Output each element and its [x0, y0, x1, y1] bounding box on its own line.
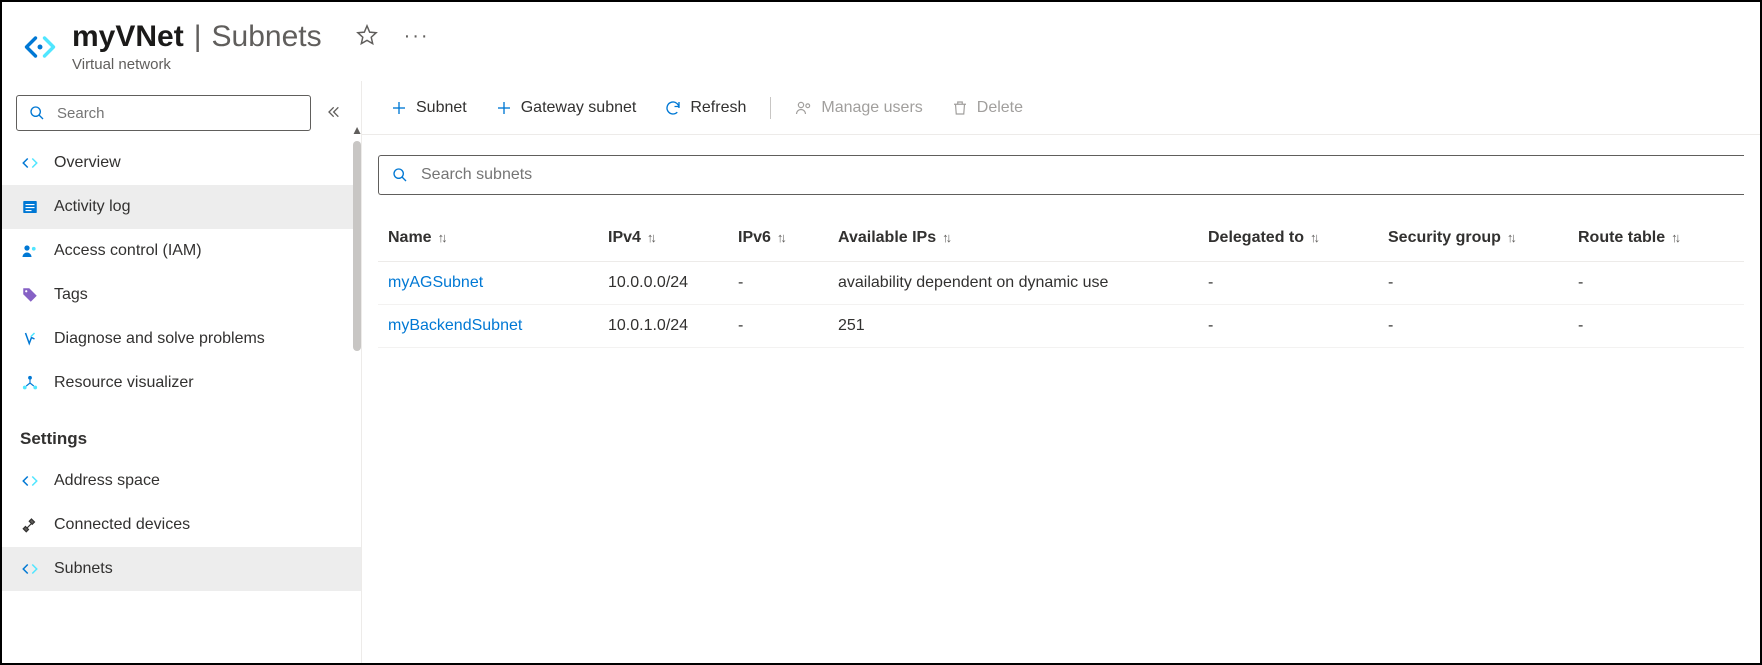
vnet-small-icon — [20, 153, 40, 173]
sidebar-item-label: Access control (IAM) — [54, 242, 202, 260]
delete-button: Delete — [939, 89, 1035, 127]
sidebar-scrollbar[interactable] — [353, 141, 361, 351]
favorite-button[interactable] — [352, 20, 382, 53]
diagnose-icon — [20, 329, 40, 349]
sidebar-item-connected-devices[interactable]: Connected devices — [2, 503, 361, 547]
cell-ipv6: - — [728, 262, 828, 305]
subnet-search[interactable] — [378, 155, 1744, 195]
sidebar-item-subnets[interactable]: Subnets — [2, 547, 361, 591]
sidebar-item-label: Subnets — [54, 560, 113, 578]
sidebar-item-tags[interactable]: Tags — [2, 273, 361, 317]
sort-icon: ↑↓ — [942, 230, 949, 245]
connected-devices-icon — [20, 515, 40, 535]
access-control-icon — [20, 241, 40, 261]
sidebar-item-label: Tags — [54, 286, 88, 304]
subnets-table: Name↑↓ IPv4↑↓ IPv6↑↓ Available IPs↑↓ Del… — [378, 219, 1744, 348]
sidebar-item-label: Resource visualizer — [54, 374, 194, 392]
sort-icon: ↑↓ — [647, 230, 654, 245]
search-icon — [27, 103, 47, 123]
plus-icon — [390, 99, 408, 117]
cell-route: - — [1568, 305, 1744, 348]
sidebar-search-input[interactable] — [55, 104, 300, 123]
sidebar-item-label: Address space — [54, 472, 160, 490]
sidebar: ▲ Overview Activity log Access control (… — [2, 81, 362, 663]
manage-users-button: Manage users — [783, 89, 934, 127]
collapse-sidebar-button[interactable] — [319, 98, 347, 129]
table-header-row: Name↑↓ IPv4↑↓ IPv6↑↓ Available IPs↑↓ Del… — [378, 219, 1744, 262]
toolbar: Subnet Gateway subnet Refresh Manage use… — [362, 81, 1760, 135]
sort-icon: ↑↓ — [1671, 230, 1678, 245]
subnet-search-input[interactable] — [419, 165, 1732, 185]
subnet-link[interactable]: myBackendSubnet — [388, 317, 522, 334]
add-subnet-button[interactable]: Subnet — [378, 89, 479, 127]
subnets-icon — [20, 559, 40, 579]
col-ipv4[interactable]: IPv4↑↓ — [598, 219, 728, 262]
page-header: myVNet | Subnets ··· Virtual network — [2, 2, 1760, 81]
subnet-link[interactable]: myAGSubnet — [388, 274, 483, 291]
sidebar-item-label: Activity log — [54, 198, 130, 216]
resource-type-label: Virtual network — [72, 56, 434, 73]
more-button[interactable]: ··· — [400, 21, 434, 52]
main-content: Subnet Gateway subnet Refresh Manage use… — [362, 81, 1760, 663]
cell-available: 251 — [828, 305, 1198, 348]
cell-available: availability dependent on dynamic use — [828, 262, 1198, 305]
toolbar-label: Subnet — [416, 99, 467, 117]
col-delegated[interactable]: Delegated to↑↓ — [1198, 219, 1378, 262]
search-icon — [391, 166, 409, 184]
toolbar-label: Manage users — [821, 99, 922, 117]
sidebar-section-settings: Settings — [2, 405, 361, 459]
col-ipv6[interactable]: IPv6↑↓ — [728, 219, 828, 262]
sidebar-item-access-control[interactable]: Access control (IAM) — [2, 229, 361, 273]
scroll-up-icon: ▲ — [351, 123, 363, 137]
toolbar-label: Gateway subnet — [521, 99, 637, 117]
cell-ipv6: - — [728, 305, 828, 348]
add-gateway-subnet-button[interactable]: Gateway subnet — [483, 89, 649, 127]
col-security[interactable]: Security group↑↓ — [1378, 219, 1568, 262]
plus-icon — [495, 99, 513, 117]
tag-icon — [20, 285, 40, 305]
refresh-button[interactable]: Refresh — [652, 89, 758, 127]
refresh-icon — [664, 99, 682, 117]
page-title: Subnets — [212, 20, 322, 54]
sidebar-item-label: Diagnose and solve problems — [54, 330, 265, 348]
toolbar-label: Refresh — [690, 99, 746, 117]
table-row: myBackendSubnet10.0.1.0/24-251--- — [378, 305, 1744, 348]
vnet-icon — [22, 29, 58, 65]
sidebar-item-resource-visualizer[interactable]: Resource visualizer — [2, 361, 361, 405]
sort-icon: ↑↓ — [1507, 230, 1514, 245]
sidebar-item-label: Overview — [54, 154, 121, 172]
cell-delegated: - — [1198, 262, 1378, 305]
activity-log-icon — [20, 197, 40, 217]
sidebar-item-address-space[interactable]: Address space — [2, 459, 361, 503]
sidebar-item-activity-log[interactable]: Activity log — [2, 185, 361, 229]
address-space-icon — [20, 471, 40, 491]
table-row: myAGSubnet10.0.0.0/24-availability depen… — [378, 262, 1744, 305]
users-icon — [795, 99, 813, 117]
toolbar-label: Delete — [977, 99, 1023, 117]
sidebar-search[interactable] — [16, 95, 311, 131]
cell-security: - — [1378, 262, 1568, 305]
sort-icon: ↑↓ — [777, 230, 784, 245]
col-available[interactable]: Available IPs↑↓ — [828, 219, 1198, 262]
sidebar-item-label: Connected devices — [54, 516, 190, 534]
resource-name: myVNet — [72, 20, 184, 54]
col-name[interactable]: Name↑↓ — [378, 219, 598, 262]
toolbar-separator — [770, 97, 771, 119]
col-route[interactable]: Route table↑↓ — [1568, 219, 1744, 262]
cell-security: - — [1378, 305, 1568, 348]
sidebar-item-overview[interactable]: Overview — [2, 141, 361, 185]
cell-ipv4: 10.0.0.0/24 — [598, 262, 728, 305]
cell-delegated: - — [1198, 305, 1378, 348]
cell-ipv4: 10.0.1.0/24 — [598, 305, 728, 348]
sort-icon: ↑↓ — [1310, 230, 1317, 245]
sort-icon: ↑↓ — [438, 230, 445, 245]
visualizer-icon — [20, 373, 40, 393]
trash-icon — [951, 99, 969, 117]
cell-route: - — [1568, 262, 1744, 305]
sidebar-item-diagnose[interactable]: Diagnose and solve problems — [2, 317, 361, 361]
